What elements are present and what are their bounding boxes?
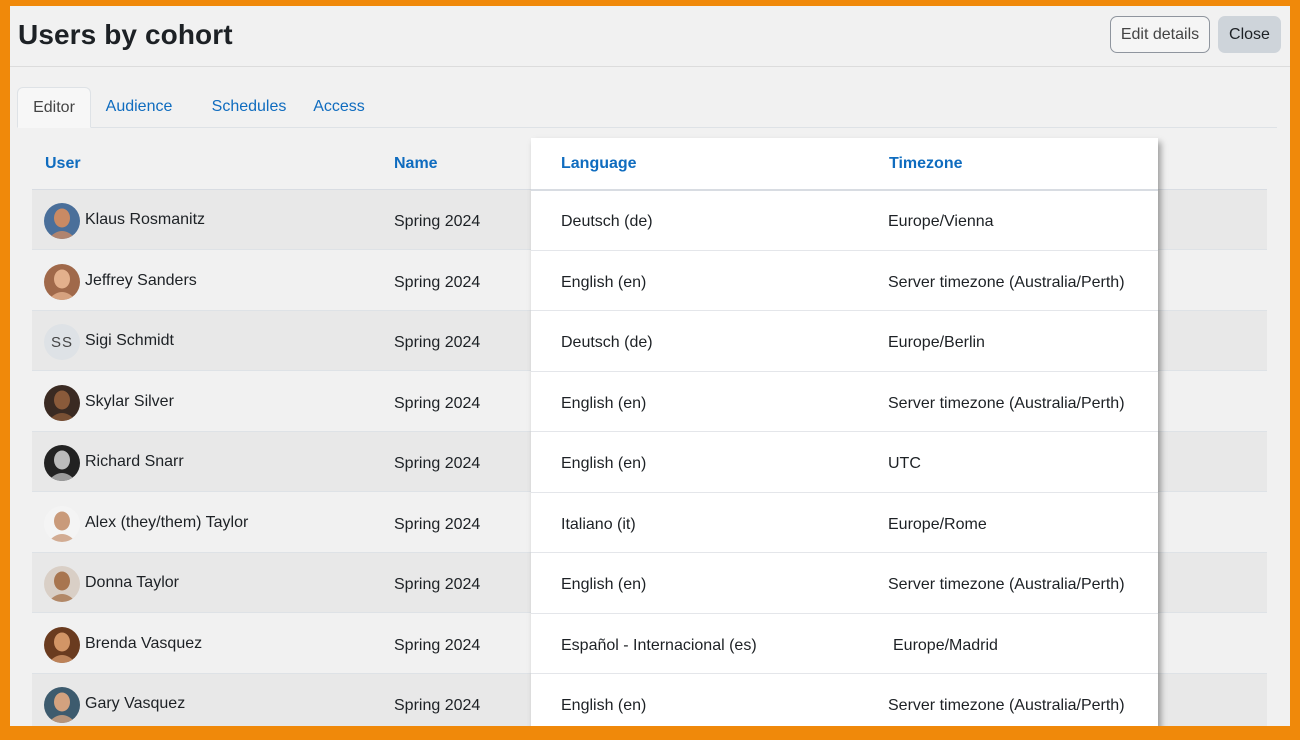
page-frame: Users by cohort Edit details Close Edito… [10,6,1290,726]
column-header-name[interactable]: Name [394,155,438,173]
timezone-value: Europe/Berlin [888,334,985,351]
table-row: Richard Snarr Spring 2024 [32,432,1267,492]
cohort-name: Spring 2024 [394,213,481,230]
edit-details-button[interactable]: Edit details [1110,16,1210,53]
user-avatar[interactable] [44,203,80,239]
user-avatar[interactable] [44,384,80,421]
row-divider [531,491,1158,493]
tab-audience[interactable]: Audience [97,87,181,127]
header-divider [531,189,1158,191]
user-avatar[interactable]: SS [44,324,80,360]
user-avatar[interactable] [44,566,80,602]
row-divider [531,673,1158,674]
language-value: English (en) [561,455,647,472]
user-name-link[interactable]: Alex (they/them) Taylor [85,514,248,532]
user-name-link[interactable]: Brenda Vasquez [85,635,202,653]
column-header-language[interactable]: Language [561,155,637,173]
language-value: English (en) [561,394,647,412]
timezone-value: UTC [888,455,921,472]
language-value: Deutsch (de) [561,334,653,351]
timezone-value: Europe/Rome [888,515,987,533]
user-name-link[interactable]: Donna Taylor [85,574,179,592]
row-divider [531,310,1158,311]
timezone-value: Server timezone (Australia/Perth) [888,394,1125,412]
row-divider [531,612,1158,614]
cohort-name: Spring 2024 [394,515,481,533]
timezone-value: Europe/Madrid [893,636,998,654]
language-value: Italiano (it) [561,515,636,533]
tab-access[interactable]: Access [305,87,373,127]
language-value: Deutsch (de) [561,213,653,230]
tab-schedules[interactable]: Schedules [197,87,301,127]
table-row: Alex (they/them) Taylor Spring 2024 [32,492,1267,553]
close-button[interactable]: Close [1218,16,1281,53]
user-name-link[interactable]: Jeffrey Sanders [85,272,197,290]
language-value: English (en) [561,576,647,593]
user-avatar[interactable] [44,626,80,663]
language-value: English (en) [561,697,647,714]
cohort-name: Spring 2024 [394,636,481,654]
row-divider [531,249,1158,251]
page-header: Users by cohort Edit details Close [10,6,1290,67]
user-avatar[interactable] [44,505,80,542]
timezone-value: Server timezone (Australia/Perth) [888,697,1125,714]
language-value: Español - Internacional (es) [561,636,757,654]
user-name-link[interactable]: Richard Snarr [85,453,184,471]
row-divider [531,431,1158,432]
cohort-name: Spring 2024 [394,334,481,351]
user-name-link[interactable]: Klaus Rosmanitz [85,211,205,229]
table-header: User Name Language Timezone [32,136,1267,191]
cohort-name: Spring 2024 [394,394,481,412]
user-avatar[interactable] [44,687,80,723]
tab-editor[interactable]: Editor [17,87,91,128]
column-header-user[interactable]: User [45,155,81,173]
user-name-link[interactable]: Gary Vasquez [85,695,185,713]
row-divider [531,370,1158,372]
cohort-name: Spring 2024 [394,576,481,593]
cohort-name: Spring 2024 [394,697,481,714]
tab-bar: Editor Audience Schedules Access [17,87,1277,128]
timezone-value: Server timezone (Australia/Perth) [888,576,1125,593]
timezone-value: Europe/Vienna [888,213,994,230]
page-title: Users by cohort [18,19,233,50]
language-value: English (en) [561,273,647,291]
column-header-timezone[interactable]: Timezone [889,155,963,173]
user-avatar[interactable] [44,445,80,481]
user-name-link[interactable]: Skylar Silver [85,393,174,411]
row-divider [531,552,1158,553]
cohort-name: Spring 2024 [394,455,481,472]
user-avatar[interactable] [44,263,80,300]
user-name-link[interactable]: Sigi Schmidt [85,332,174,350]
cohort-name: Spring 2024 [394,273,481,291]
timezone-value: Server timezone (Australia/Perth) [888,273,1125,291]
